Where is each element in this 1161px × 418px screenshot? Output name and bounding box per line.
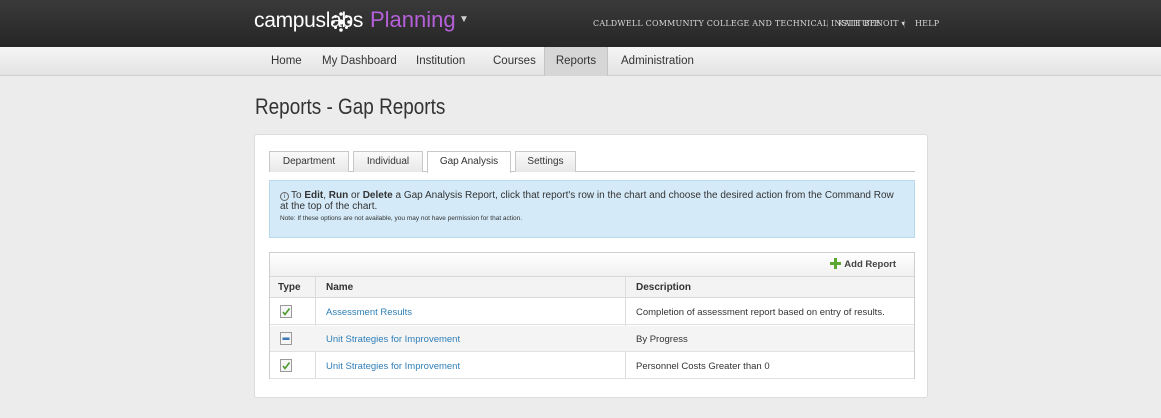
tab-individual[interactable]: Individual	[353, 151, 423, 172]
info-message: i To Edit, Run or Delete a Gap Analysis R…	[269, 180, 915, 238]
divider: |	[903, 19, 906, 28]
user-name: KATE BENOIT	[838, 19, 899, 28]
permission-note: Note: If these options are not available…	[280, 215, 523, 222]
user-menu[interactable]: KATE BENOIT ▾	[838, 19, 906, 28]
header-type: Type	[278, 282, 301, 293]
report-name-link[interactable]: Unit Strategies for Improvement	[326, 334, 460, 345]
info-icon: i	[280, 192, 289, 201]
table-row[interactable]: Unit Strategies for Improvement Personne…	[270, 353, 914, 379]
report-tabs: Department Individual Gap Analysis Setti…	[269, 151, 915, 173]
nav-home[interactable]: Home	[271, 47, 302, 76]
nav-my-dashboard[interactable]: My Dashboard	[322, 47, 397, 76]
info-text: i To Edit, Run or Delete a Gap Analysis R…	[280, 190, 894, 212]
check-report-icon	[280, 359, 292, 372]
report-name-link[interactable]: Assessment Results	[326, 307, 412, 318]
tab-gap-analysis[interactable]: Gap Analysis	[427, 151, 511, 173]
nav-institution[interactable]: Institution	[416, 47, 465, 76]
header-name: Name	[326, 282, 354, 293]
tab-department[interactable]: Department	[269, 151, 349, 172]
add-report-button[interactable]: Add Report	[830, 258, 896, 270]
report-description: By Progress	[636, 334, 688, 345]
campuslabs-logo-icon	[331, 12, 351, 32]
nav-reports[interactable]: Reports	[544, 47, 608, 76]
command-row: Add Report	[270, 253, 914, 277]
gap-reports-table: Add Report Type Name Description Assessm…	[269, 252, 915, 379]
report-description: Completion of assessment report based on…	[636, 307, 885, 318]
nav-courses[interactable]: Courses	[493, 47, 536, 76]
content-panel: Department Individual Gap Analysis Setti…	[254, 134, 928, 398]
check-report-icon	[280, 305, 292, 318]
divider: |	[826, 19, 829, 28]
help-link[interactable]: HELP	[915, 19, 939, 28]
product-menu-caret-icon[interactable]: ▼	[459, 14, 469, 25]
nav-administration[interactable]: Administration	[621, 47, 694, 76]
top-bar: campuslabs Planning ▼ CALDWELL COMMUNITY…	[0, 0, 1161, 47]
page-title: Reports - Gap Reports	[255, 94, 446, 119]
report-description: Personnel Costs Greater than 0	[636, 361, 770, 372]
table-row[interactable]: Assessment Results Completion of assessm…	[270, 299, 914, 325]
main-nav: Home My Dashboard Institution Courses Re…	[0, 47, 1161, 76]
tab-settings[interactable]: Settings	[515, 151, 576, 172]
progress-report-icon	[280, 332, 292, 345]
report-name-link[interactable]: Unit Strategies for Improvement	[326, 361, 460, 372]
plus-icon	[830, 258, 842, 269]
header-description: Description	[636, 282, 692, 293]
table-header: Type Name Description	[270, 277, 914, 298]
table-row[interactable]: Unit Strategies for Improvement By Progr…	[270, 326, 914, 352]
product-name[interactable]: Planning	[370, 7, 456, 33]
add-report-label: Add Report	[844, 259, 896, 270]
